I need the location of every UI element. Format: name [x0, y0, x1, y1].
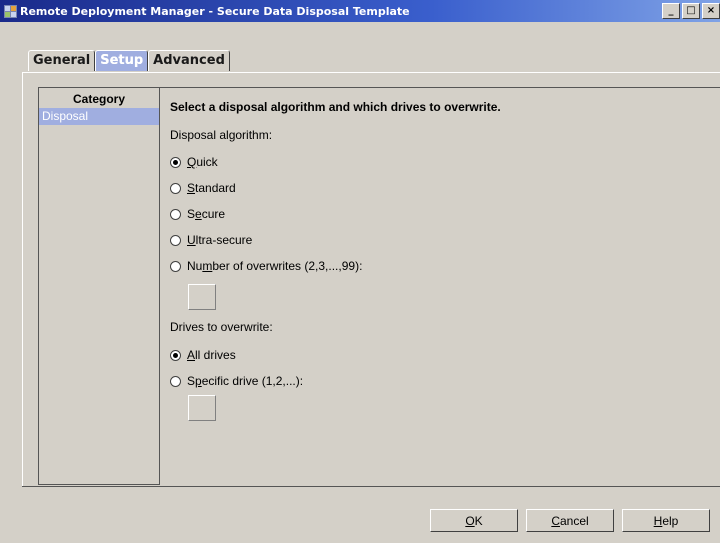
radio-number-of-overwrites[interactable]: Number of overwrites (2,3,...,99):: [170, 259, 362, 273]
tab-general[interactable]: General: [28, 50, 96, 71]
radio-indicator: [170, 156, 181, 168]
title-bar: Remote Deployment Manager - Secure Data …: [0, 0, 720, 22]
settings-content: Select a disposal algorithm and which dr…: [158, 87, 720, 484]
cancel-button[interactable]: Cancel: [526, 509, 614, 532]
drives-label: Drives to overwrite:: [170, 320, 273, 334]
radio-label: Secure: [187, 207, 226, 221]
tab-advanced[interactable]: Advanced: [148, 50, 230, 71]
radio-quick[interactable]: Quick: [170, 155, 218, 169]
radio-all-drives[interactable]: All drives: [170, 348, 236, 362]
radio-label: All drives: [187, 348, 236, 362]
overwrites-count-field[interactable]: [188, 284, 216, 310]
radio-indicator: [170, 375, 181, 387]
ok-button[interactable]: OK: [430, 509, 518, 532]
radio-secure[interactable]: Secure: [170, 207, 225, 221]
category-item-disposal[interactable]: Disposal: [39, 108, 159, 125]
footer-divider: [22, 486, 720, 487]
radio-ultra-secure[interactable]: Ultra-secure: [170, 233, 252, 247]
category-list: Category Disposal: [38, 87, 160, 485]
section-heading: Select a disposal algorithm and which dr…: [170, 100, 501, 114]
drive-number-field[interactable]: [188, 395, 216, 421]
radio-standard[interactable]: Standard: [170, 181, 236, 195]
app-icon: [4, 5, 17, 18]
radio-label: Quick: [187, 155, 218, 169]
radio-indicator: [170, 349, 181, 361]
tab-strip: General Setup Advanced: [28, 50, 230, 72]
radio-label: Standard: [187, 181, 236, 195]
help-button[interactable]: Help: [622, 509, 710, 532]
radio-label: Specific drive (1,2,...):: [187, 374, 304, 388]
radio-indicator: [170, 208, 181, 220]
close-button[interactable]: ×: [702, 3, 720, 19]
radio-specific-drive[interactable]: Specific drive (1,2,...):: [170, 374, 303, 388]
tab-setup[interactable]: Setup: [95, 50, 149, 71]
category-header: Category: [72, 92, 125, 106]
minimize-button[interactable]: _: [662, 3, 680, 19]
radio-indicator: [170, 182, 181, 194]
radio-indicator: [170, 260, 181, 272]
radio-indicator: [170, 234, 181, 246]
radio-label: Number of overwrites (2,3,...,99):: [187, 259, 363, 273]
window-title: Remote Deployment Manager - Secure Data …: [20, 4, 410, 18]
maximize-button[interactable]: □: [682, 3, 700, 19]
algorithm-label: Disposal algorithm:: [170, 128, 273, 142]
radio-label: Ultra-secure: [187, 233, 253, 247]
